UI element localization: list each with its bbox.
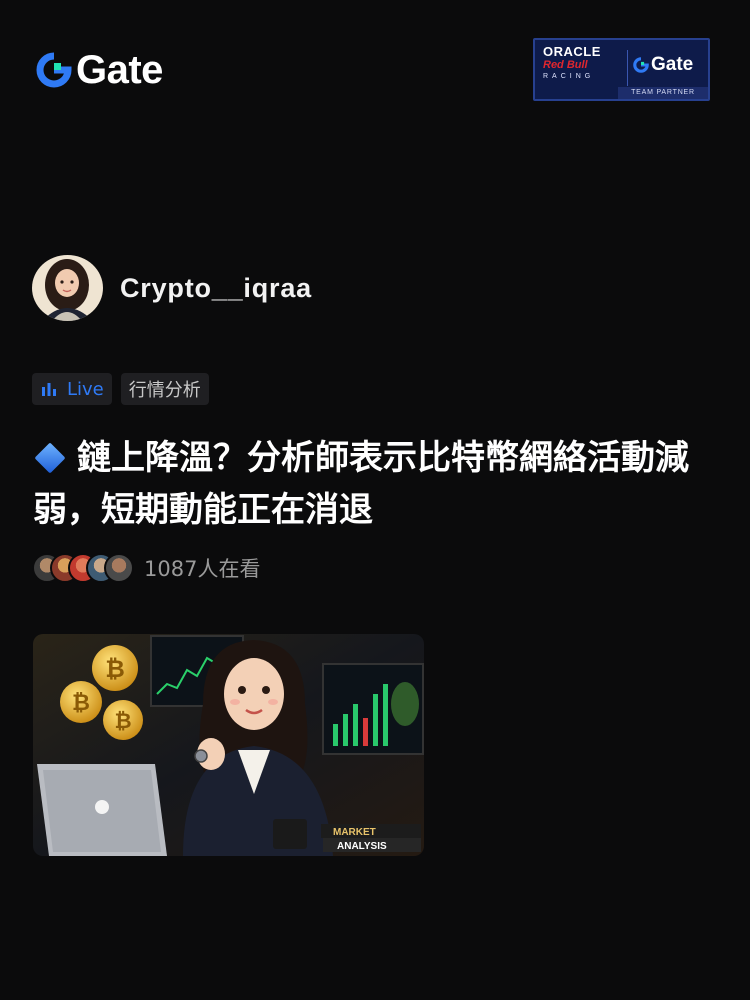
thumbnail-caption-line2: ANALYSIS (337, 841, 387, 852)
category-tag[interactable]: 行情分析 (120, 373, 209, 405)
viewer-count: 1087人在看 (144, 557, 261, 581)
partner-gate-logo: Gate (633, 54, 693, 76)
live-tag[interactable]: Live (32, 373, 112, 405)
thumbnail-illustration: ₿ ₿ ₿ MARKET ANALYSIS (33, 634, 424, 856)
gate-logo[interactable]: Gate (36, 50, 163, 90)
gate-logo-icon (36, 52, 72, 88)
viewers-row: 1087人在看 (32, 553, 260, 583)
bar-chart-icon (42, 383, 56, 396)
racing-label: RACING (543, 73, 595, 80)
svg-text:₿: ₿ (114, 709, 131, 733)
partner-gate-text: Gate (651, 54, 694, 75)
viewer-avatar (104, 553, 134, 583)
gate-logo-text: Gate (76, 48, 163, 92)
svg-text:₿: ₿ (105, 655, 125, 683)
blue-diamond-icon (34, 441, 66, 474)
author-row[interactable]: Crypto__iqraa (32, 255, 312, 321)
oracle-label: ORACLE (543, 44, 601, 59)
tag-row: Live 行情分析 (32, 373, 209, 405)
gate-small-icon (633, 57, 649, 73)
post-title[interactable]: 鏈上降溫？分析師表示比特幣網絡活動減弱，短期動能正在消退 (33, 432, 723, 536)
team-partner-label: TEAM PARTNER (618, 87, 708, 99)
post-title-text: 鏈上降溫？分析師表示比特幣網絡活動減弱，短期動能正在消退 (33, 438, 689, 530)
author-name[interactable]: Crypto__iqraa (120, 273, 312, 304)
live-label: Live (67, 378, 104, 400)
redbull-label: Red Bull (543, 59, 588, 71)
partner-divider (627, 50, 628, 86)
author-avatar[interactable] (32, 255, 103, 321)
thumbnail-caption-line1: MARKET (333, 827, 376, 838)
category-label: 行情分析 (128, 380, 201, 401)
svg-text:₿: ₿ (72, 691, 90, 716)
post-thumbnail[interactable]: ₿ ₿ ₿ MARKET ANALYSIS (33, 634, 424, 856)
team-partner-badge: ORACLE Red Bull RACING Gate TEAM PARTNER (533, 38, 710, 101)
